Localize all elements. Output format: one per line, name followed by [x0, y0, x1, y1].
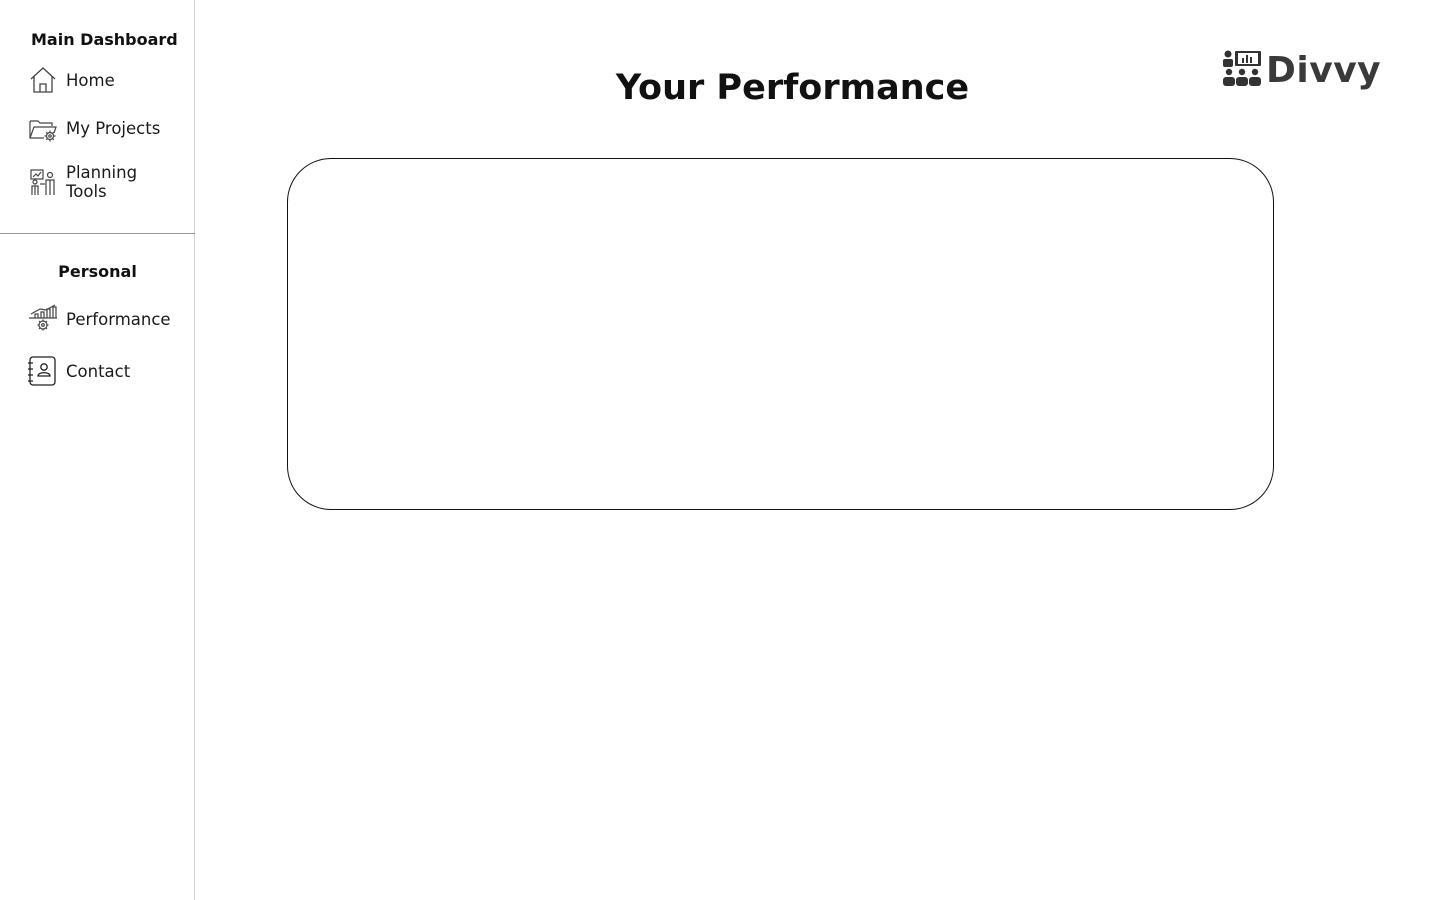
- sidebar-item-my-projects[interactable]: My Projects: [28, 113, 188, 143]
- divvy-logo[interactable]: Divvy: [1222, 48, 1381, 92]
- sidebar-item-performance[interactable]: Performance: [28, 304, 188, 334]
- planning-tools-icon: [28, 167, 58, 197]
- main-dashboard-section-title: Main Dashboard: [31, 30, 178, 49]
- sidebar-item-contact[interactable]: Contact: [28, 356, 188, 386]
- personal-section-title: Personal: [58, 262, 137, 281]
- home-icon: [28, 65, 58, 95]
- sidebar-item-label: Planning Tools: [66, 163, 138, 201]
- app: Main Dashboard Home My Projects Planning…: [0, 0, 1440, 900]
- sidebar-item-label: My Projects: [66, 118, 161, 138]
- team-presentation-icon: [1222, 49, 1262, 92]
- performance-panel: [287, 158, 1274, 510]
- page-title: Your Performance: [615, 68, 970, 108]
- sidebar-item-label: Performance: [66, 309, 171, 329]
- sidebar-item-label: Home: [66, 70, 115, 90]
- sidebar: Main Dashboard Home My Projects Planning…: [0, 0, 195, 900]
- logo-text: Divvy: [1266, 49, 1382, 91]
- performance-chart-icon: [28, 304, 58, 334]
- sidebar-divider: [0, 233, 195, 234]
- sidebar-item-home[interactable]: Home: [28, 65, 188, 95]
- sidebar-item-label: Contact: [66, 361, 131, 381]
- folder-gear-icon: [28, 113, 58, 143]
- sidebar-item-planning-tools[interactable]: Planning Tools: [28, 163, 188, 201]
- contact-book-icon: [28, 356, 58, 386]
